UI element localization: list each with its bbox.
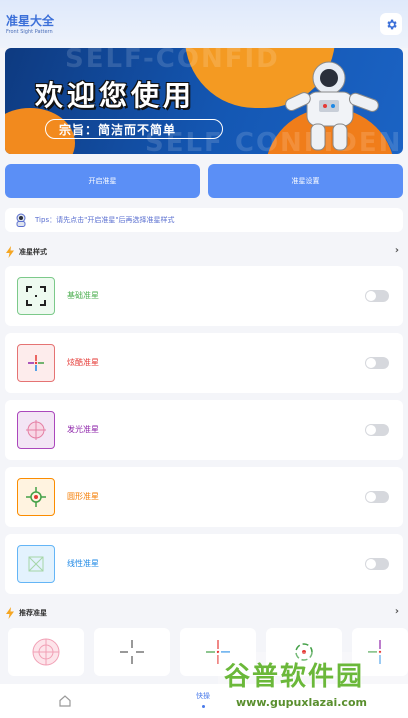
styles-section-title: 准星样式 bbox=[19, 248, 47, 256]
recommend-section-header[interactable]: 推荐准星 › bbox=[5, 605, 403, 621]
settings-button[interactable] bbox=[380, 13, 402, 35]
style-card-glow[interactable]: 发光准星 bbox=[5, 400, 403, 460]
cool-crosshair-icon bbox=[17, 344, 55, 382]
glow-crosshair-icon bbox=[32, 638, 60, 666]
tips-bar: Tips：请先点击"开启准星"后再选择准星样式 bbox=[5, 208, 403, 232]
banner-ghost-text: SELF-CONFID bbox=[65, 48, 280, 74]
style-label: 圆形准星 bbox=[67, 492, 99, 501]
style-toggle[interactable] bbox=[365, 491, 389, 503]
style-label: 发光准星 bbox=[67, 425, 99, 434]
style-label: 线性准星 bbox=[67, 559, 99, 568]
style-toggle[interactable] bbox=[365, 424, 389, 436]
basic-crosshair-icon bbox=[17, 277, 55, 315]
watermark-url: www.gupuxlazai.com bbox=[236, 696, 367, 709]
style-label: 基础准星 bbox=[67, 291, 99, 300]
styles-section-header[interactable]: 准星样式 › bbox=[5, 244, 403, 260]
style-card-circle[interactable]: 圆形准星 bbox=[5, 467, 403, 527]
style-toggle[interactable] bbox=[365, 357, 389, 369]
recommend-item[interactable] bbox=[8, 628, 84, 676]
glow-crosshair-icon bbox=[17, 411, 55, 449]
circle-crosshair-icon bbox=[17, 478, 55, 516]
tab-quick[interactable]: 快操 bbox=[196, 691, 210, 701]
home-icon[interactable] bbox=[58, 694, 72, 708]
lightning-icon bbox=[6, 246, 14, 258]
astronaut-illustration bbox=[285, 61, 379, 151]
tab-active-indicator bbox=[202, 705, 205, 708]
lightning-icon bbox=[6, 607, 14, 619]
start-crosshair-button[interactable]: 开启准星 bbox=[5, 164, 200, 198]
style-label: 炫酷准星 bbox=[67, 358, 99, 367]
thin-crosshair-icon bbox=[120, 640, 144, 664]
banner-subtitle: 宗旨：简洁而不简单 bbox=[59, 123, 177, 137]
recommend-item[interactable] bbox=[94, 628, 170, 676]
chevron-right-icon[interactable]: › bbox=[395, 606, 399, 617]
crosshair-settings-button[interactable]: 准星设置 bbox=[208, 164, 403, 198]
welcome-banner[interactable]: SELF-CONFID SELF CONFIDENC 欢迎您使用 宗旨：简洁而不… bbox=[5, 48, 403, 154]
app-subtitle: Front Sight Pattern bbox=[6, 29, 53, 35]
style-card-cool[interactable]: 炫酷准星 bbox=[5, 333, 403, 393]
style-card-linear[interactable]: 线性准星 bbox=[5, 534, 403, 594]
tips-text: Tips：请先点击"开启准星"后再选择准星样式 bbox=[35, 216, 175, 224]
style-toggle[interactable] bbox=[365, 558, 389, 570]
astronaut-icon bbox=[16, 213, 26, 227]
gear-icon bbox=[386, 19, 397, 29]
linear-crosshair-icon bbox=[17, 545, 55, 583]
app-title: 准星大全 bbox=[6, 14, 55, 28]
app-header: 准星大全 Front Sight Pattern bbox=[0, 0, 408, 48]
style-toggle[interactable] bbox=[365, 290, 389, 302]
watermark-text: 谷普软件园 bbox=[224, 662, 365, 692]
chevron-right-icon[interactable]: › bbox=[395, 245, 399, 256]
style-card-basic[interactable]: 基础准星 bbox=[5, 266, 403, 326]
banner-title: 欢迎您使用 bbox=[35, 79, 196, 112]
recommend-section-title: 推荐准星 bbox=[19, 609, 47, 617]
